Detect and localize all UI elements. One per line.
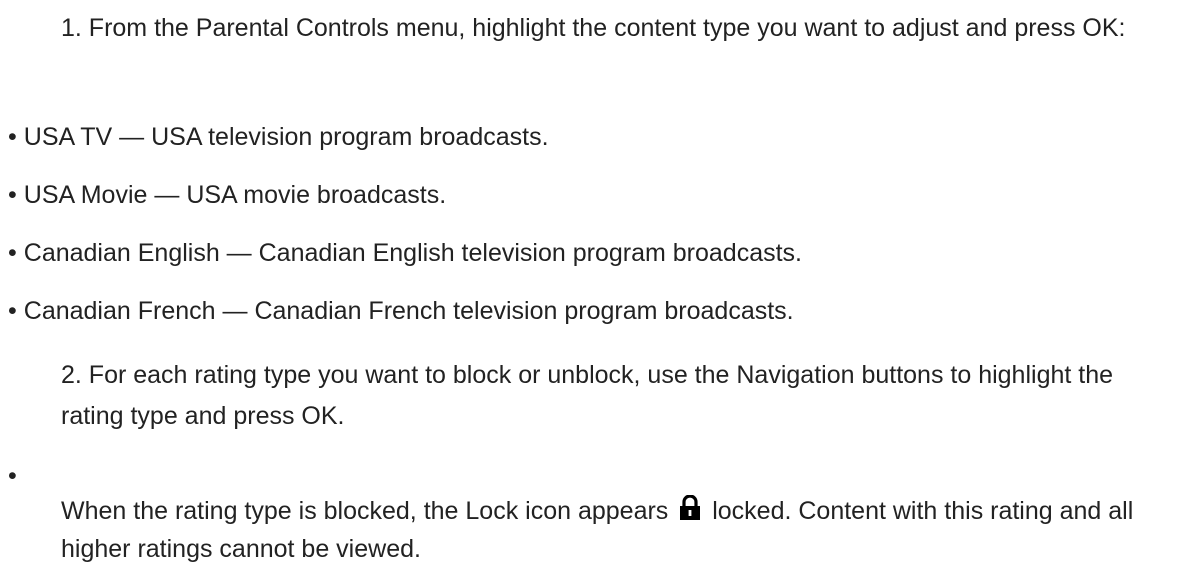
list-item-canadian-english: • Canadian English — Canadian English tel… xyxy=(8,233,1168,274)
bullet-glyph: • xyxy=(8,123,17,151)
list-item-text: USA Movie — USA movie broadcasts. xyxy=(23,181,447,209)
list-item-text: Canadian French — Canadian French televi… xyxy=(23,297,794,325)
bullet-glyph: • xyxy=(8,462,17,490)
step-2-text: 2. For each rating type you want to bloc… xyxy=(61,361,1114,430)
list-item-usa-movie: • USA Movie — USA movie broadcasts. xyxy=(8,175,1168,216)
list-item-text: USA TV — USA television program broadcas… xyxy=(23,123,549,151)
bullet-glyph: • xyxy=(8,239,17,267)
lock-note-before: When the rating type is blocked, the Loc… xyxy=(61,497,669,525)
list-item-text: Canadian English — Canadian English tele… xyxy=(23,239,802,267)
list-item-canadian-french: • Canadian French — Canadian French telev… xyxy=(8,291,1168,332)
bullet-glyph: • xyxy=(8,181,17,209)
step-1-text: 1. From the Parental Controls menu, high… xyxy=(61,14,1126,42)
bullet-glyph: • xyxy=(8,297,17,325)
lock-icon xyxy=(680,495,701,520)
lock-note-text: When the rating type is blocked, the Loc… xyxy=(61,492,1171,568)
list-item-usa-tv: • USA TV — USA television program broadca… xyxy=(8,117,1168,158)
